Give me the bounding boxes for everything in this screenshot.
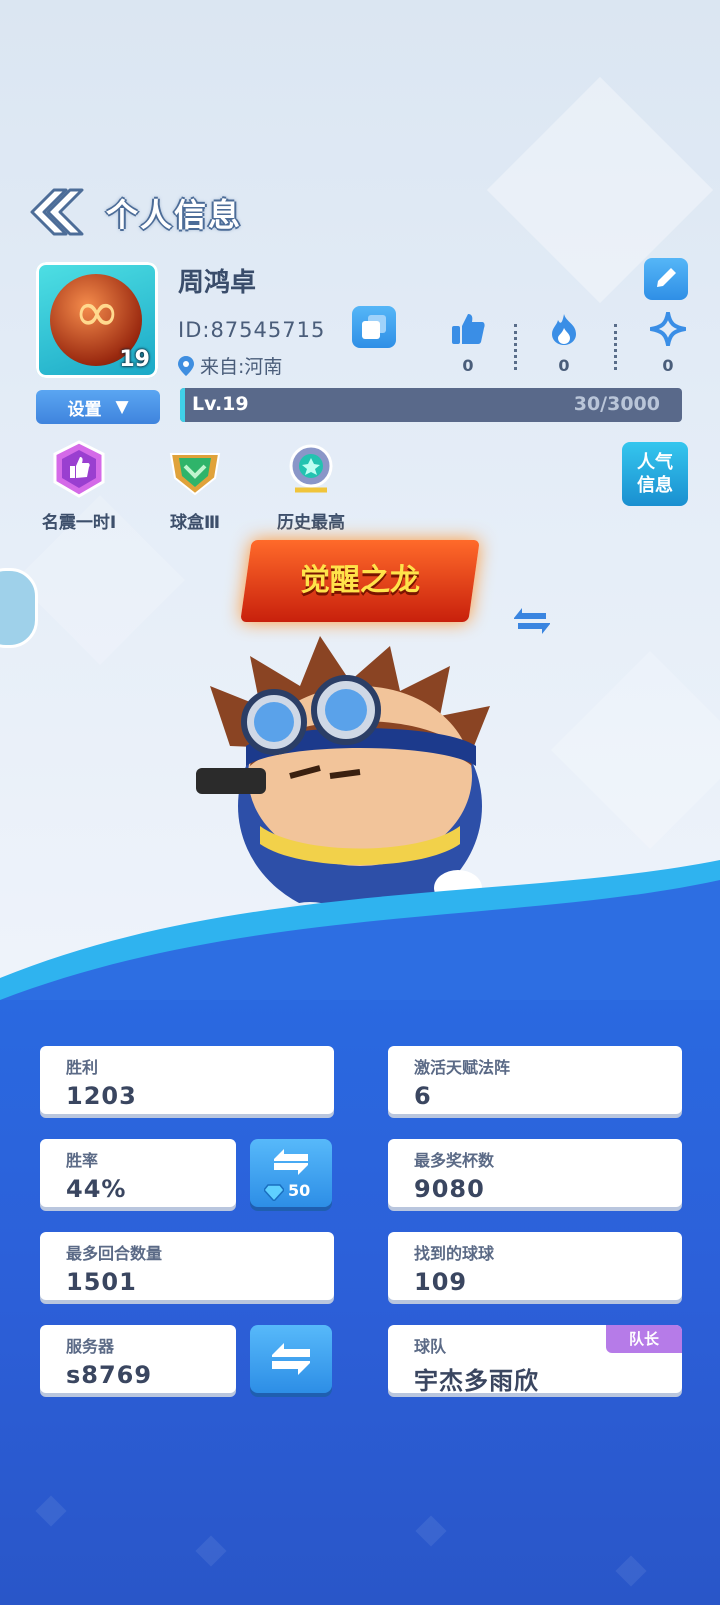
side-panel-toggle[interactable] <box>0 568 38 648</box>
popularity-label-line2: 信息 <box>637 475 673 496</box>
xp-text: 30/3000 <box>573 393 660 415</box>
swap-icon <box>274 1149 308 1175</box>
stat-card-wins: 胜利 1203 <box>40 1046 334 1114</box>
location-pin-icon <box>178 355 194 376</box>
level-progress-fill <box>180 388 186 422</box>
stat-label: 胜利 <box>66 1058 99 1077</box>
level-label: Lv.19 <box>192 393 249 415</box>
star-count: 0 <box>662 356 674 375</box>
gem-icon <box>264 1184 284 1201</box>
badge-label: 历史最高 <box>277 513 345 533</box>
swap-icon <box>272 1343 310 1375</box>
sparkle-star-icon <box>649 311 687 347</box>
stat-card-balls: 找到的球球 109 <box>388 1232 682 1300</box>
pencil-icon <box>657 268 676 287</box>
player-name: 周鸿卓 <box>178 268 257 298</box>
flame-icon <box>552 314 576 345</box>
captain-badge: 队长 <box>606 1325 682 1353</box>
stat-label: 最多回合数量 <box>66 1244 163 1263</box>
stat-card-winrate: 胜率 44% <box>40 1139 236 1207</box>
likes-count: 0 <box>462 356 474 375</box>
team-name: 宇杰多雨欣 <box>414 1367 539 1395</box>
title-banner-text: 觉醒之龙 <box>300 563 420 598</box>
stat-value: 1203 <box>66 1082 137 1110</box>
winrate-swap-button[interactable]: 50 <box>250 1139 332 1207</box>
settings-label: 设置 <box>67 399 102 420</box>
profile-screen: 个人信息 ∞ 19 设置 ▼ 周鸿卓 ID:87545715 来自:河南 0 0… <box>0 0 720 1605</box>
stat-value: 44% <box>66 1175 127 1203</box>
green-shield-icon <box>169 453 221 496</box>
bg-diamond <box>551 651 720 849</box>
stat-value: s8769 <box>66 1361 153 1389</box>
location: 来自:河南 <box>178 352 282 379</box>
stat-value: 6 <box>414 1082 432 1110</box>
copy-icon <box>362 315 386 339</box>
server-switch-button[interactable] <box>250 1325 332 1393</box>
hot-stat[interactable]: 0 <box>544 312 584 375</box>
popularity-info-button[interactable]: 人气 信息 <box>622 442 688 506</box>
stat-label: 最多奖杯数 <box>414 1151 495 1170</box>
stat-value: 9080 <box>414 1175 485 1203</box>
badge-label: 球盒Ⅲ <box>169 513 221 533</box>
stat-card-server: 服务器 s8769 <box>40 1325 236 1393</box>
settings-dropdown-button[interactable]: 设置 ▼ <box>36 390 160 424</box>
star-gem-icon <box>289 444 333 493</box>
stat-card-rounds: 最多回合数量 1501 <box>40 1232 334 1300</box>
popularity-label-line1: 人气 <box>637 452 673 473</box>
badge-fame[interactable]: 名震一时Ⅰ <box>24 440 134 533</box>
badge-history[interactable]: 历史最高 <box>256 440 366 533</box>
level-progress-bar: Lv.19 30/3000 <box>180 388 682 422</box>
divider <box>614 324 617 370</box>
stat-card-team[interactable]: 球队 宇杰多雨欣 队长 <box>388 1325 682 1395</box>
stat-value: 1501 <box>66 1268 137 1296</box>
divider <box>514 324 517 370</box>
edit-profile-button[interactable] <box>644 258 688 300</box>
copy-id-button[interactable] <box>352 306 396 348</box>
page-title: 个人信息 <box>106 196 243 234</box>
title-banner: 觉醒之龙 <box>240 540 480 622</box>
hot-count: 0 <box>558 356 570 375</box>
stat-value: 109 <box>414 1268 468 1296</box>
likes-stat[interactable]: 0 <box>448 312 488 375</box>
stat-label: 激活天赋法阵 <box>414 1058 511 1077</box>
stat-label: 胜率 <box>66 1151 99 1170</box>
player-id: ID:87545715 <box>178 318 326 342</box>
infinity-icon: ∞ <box>73 280 121 345</box>
badge-label: 名震一时Ⅰ <box>41 513 117 533</box>
stat-label: 服务器 <box>66 1337 115 1356</box>
badge-ballbox[interactable]: 球盒Ⅲ <box>140 440 250 533</box>
triangle-down-icon: ▼ <box>115 397 129 417</box>
location-text: 来自:河南 <box>200 356 283 378</box>
avatar[interactable]: ∞ 19 <box>36 262 158 378</box>
stat-label: 找到的球球 <box>414 1244 495 1263</box>
stat-card-trophies: 最多奖杯数 9080 <box>388 1139 682 1207</box>
thumbs-up-medal-icon <box>53 440 105 498</box>
back-arrow-icon[interactable] <box>26 186 84 238</box>
stat-card-talent: 激活天赋法阵 6 <box>388 1046 682 1114</box>
avatar-level: 19 <box>119 347 150 372</box>
swap-cost: 50 <box>288 1181 311 1200</box>
thumbs-up-icon <box>452 314 485 344</box>
star-stat[interactable]: 0 <box>648 311 688 375</box>
